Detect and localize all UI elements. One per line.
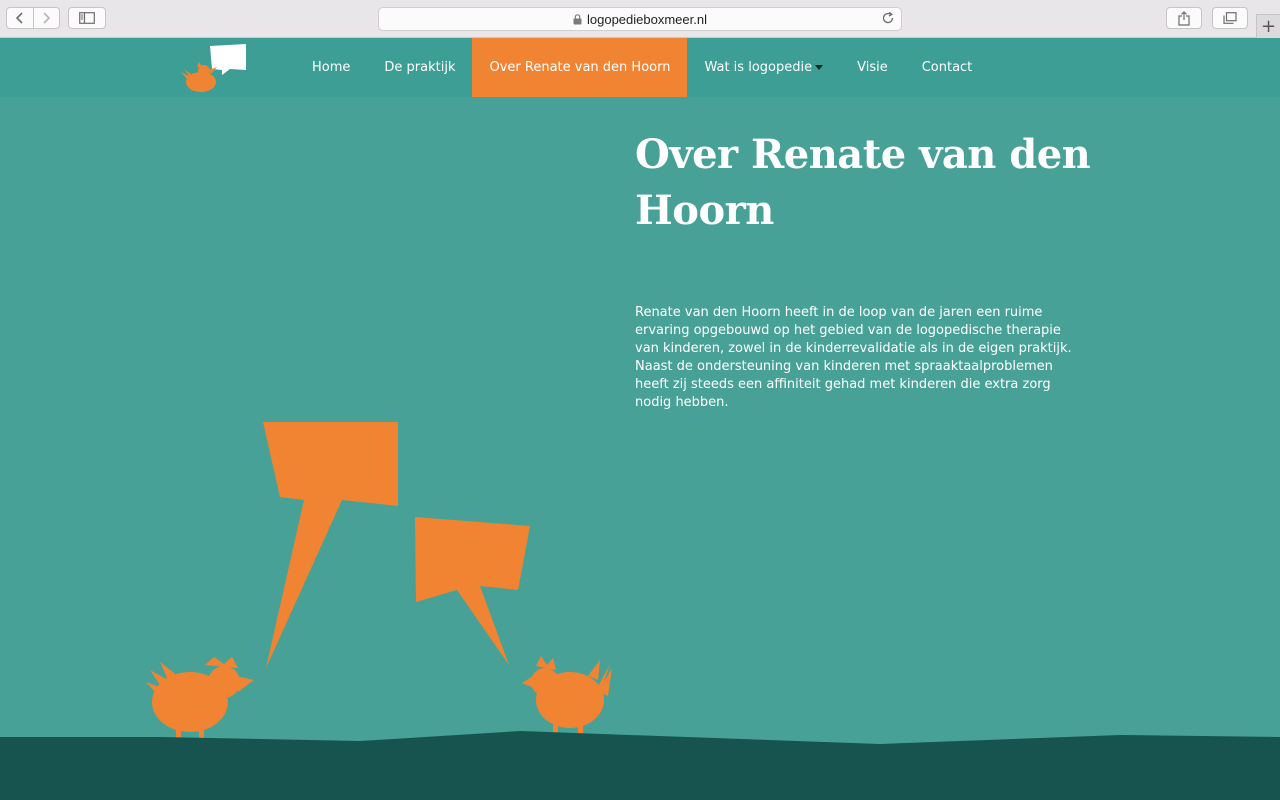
- menu-item-label: Wat is logopedie: [704, 60, 813, 75]
- site-header: Home De praktijk Over Renate van den Hoo…: [0, 38, 1280, 97]
- menu-item-label: Visie: [857, 60, 888, 75]
- plus-icon: +: [1260, 16, 1277, 37]
- share-button[interactable]: [1166, 7, 1202, 29]
- menu-item-label: De praktijk: [384, 60, 456, 75]
- chevron-down-icon: [815, 65, 824, 70]
- history-buttons: [6, 7, 60, 29]
- menu-item-label: Home: [312, 60, 351, 75]
- menu-item-over-renate[interactable]: Over Renate van den Hoorn: [472, 38, 688, 97]
- menu-item-home[interactable]: Home: [295, 38, 367, 97]
- sidebar-icon: [79, 12, 95, 24]
- intro-paragraph: Renate van den Hoorn heeft in de loop va…: [635, 305, 1072, 410]
- menu-item-wat-is-logopedie[interactable]: Wat is logopedie: [687, 38, 840, 97]
- forward-button[interactable]: [34, 8, 60, 28]
- reload-icon[interactable]: [881, 11, 895, 28]
- tabs-button[interactable]: [1212, 7, 1248, 29]
- sidebar-button[interactable]: [68, 7, 106, 29]
- menu-item-label: Contact: [921, 60, 973, 75]
- logo[interactable]: [178, 42, 250, 94]
- logo-bird: [181, 62, 217, 92]
- ground: [0, 731, 1280, 800]
- logo-speech-bubble: [210, 44, 246, 75]
- menu-item-contact[interactable]: Contact: [905, 38, 990, 97]
- menu-item-label: Over Renate van den Hoorn: [489, 60, 671, 75]
- menu-item-visie[interactable]: Visie: [840, 38, 905, 97]
- back-button[interactable]: [7, 8, 34, 28]
- new-tab-button[interactable]: +: [1256, 14, 1280, 38]
- menu-item-de-praktijk[interactable]: De praktijk: [367, 38, 472, 97]
- url-text: logopedieboxmeer.nl: [587, 11, 707, 27]
- bird-left: [146, 657, 254, 742]
- bird-right: [522, 656, 612, 740]
- address-bar[interactable]: logopedieboxmeer.nl: [378, 7, 902, 31]
- share-icon: [1178, 10, 1190, 26]
- speech-bubble-left: [263, 422, 398, 668]
- main-menu: Home De praktijk Over Renate van den Hoo…: [295, 38, 989, 97]
- browser-toolbar: logopedieboxmeer.nl +: [0, 0, 1280, 38]
- lock-icon: [573, 13, 582, 25]
- speech-bubble-right: [415, 517, 530, 665]
- page-title: Over Renate van den Hoorn: [635, 131, 1091, 234]
- back-icon: [15, 12, 23, 24]
- forward-icon: [43, 12, 51, 24]
- tabs-icon: [1223, 12, 1237, 24]
